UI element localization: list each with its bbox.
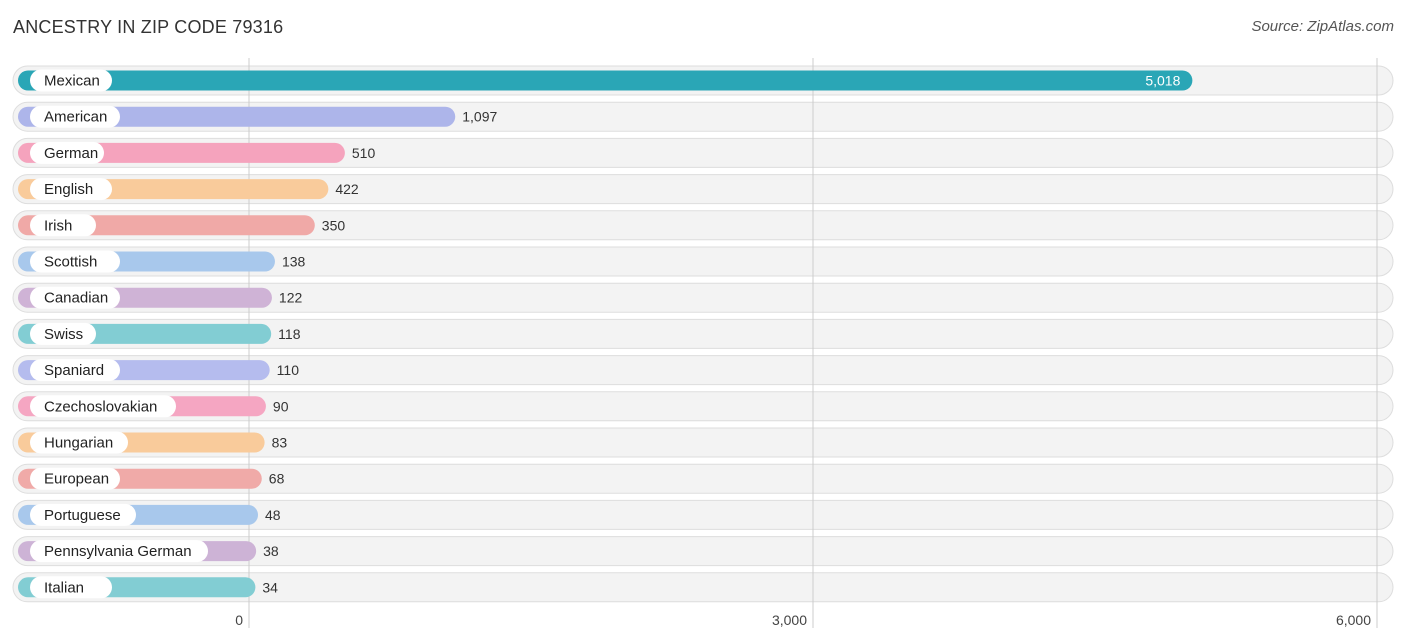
category-label: English (44, 181, 93, 198)
category-label: Czechoslovakian (44, 398, 157, 415)
category-label: Mexican (44, 73, 100, 90)
category-label: Hungarian (44, 435, 113, 452)
category-label: Portuguese (44, 507, 121, 524)
value-label: 510 (352, 145, 376, 161)
value-label: 83 (272, 435, 288, 451)
category-label: Pennsylvania German (44, 543, 192, 560)
x-tick-label: 6,000 (1336, 612, 1371, 628)
value-label: 118 (278, 326, 301, 342)
value-label: 34 (262, 579, 278, 595)
value-label: 422 (335, 181, 359, 197)
value-label: 350 (322, 217, 346, 233)
category-label: American (44, 109, 107, 126)
x-tick-label: 0 (235, 612, 243, 628)
category-label: Spaniard (44, 362, 104, 379)
value-label: 68 (269, 471, 285, 487)
category-label: Canadian (44, 290, 108, 307)
value-label: 5,018 (1145, 73, 1180, 89)
value-label: 48 (265, 507, 281, 523)
category-label: Swiss (44, 326, 83, 343)
bar-chart: Mexican 5,018 American 1,097 German 510 Englis… (12, 58, 1394, 628)
value-label: 110 (277, 362, 300, 378)
bar-mexican[interactable] (18, 70, 1193, 91)
x-tick-label: 3,000 (772, 612, 807, 628)
value-label: 1,097 (462, 109, 497, 125)
category-label: Irish (44, 217, 72, 234)
value-label: 38 (263, 543, 279, 559)
category-label: Scottish (44, 254, 97, 271)
category-label: European (44, 471, 109, 488)
value-label: 90 (273, 398, 289, 414)
value-label: 122 (279, 290, 303, 306)
category-label: German (44, 145, 98, 162)
value-label: 138 (282, 254, 306, 270)
category-label: Italian (44, 579, 84, 596)
